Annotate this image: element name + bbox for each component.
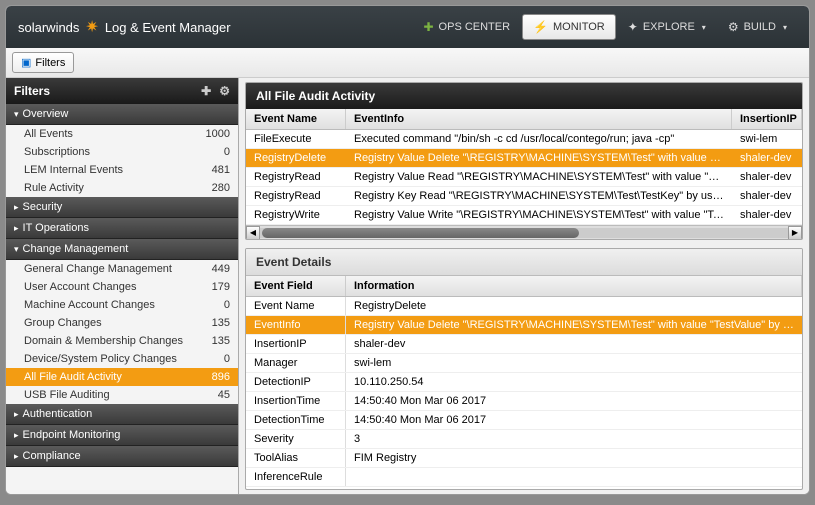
sidebar-item[interactable]: Device/System Policy Changes0 <box>6 350 238 368</box>
sidebar-item[interactable]: Subscriptions0 <box>6 143 238 161</box>
sidebar-item[interactable]: All Events1000 <box>6 125 238 143</box>
sidebar-item[interactable]: Group Changes135 <box>6 314 238 332</box>
brand-text: solarwinds <box>18 20 79 35</box>
chevron-right-icon: ▸ <box>14 430 19 441</box>
nav-monitor[interactable]: ⚡MONITOR <box>522 14 616 40</box>
nav-explore[interactable]: ✦EXPLORE▾ <box>618 15 716 39</box>
explore-icon: ✦ <box>628 20 638 34</box>
table-row[interactable]: RegistryReadRegistry Key Read "\REGISTRY… <box>246 187 802 206</box>
chevron-down-icon: ▾ <box>14 109 19 120</box>
sidebar-category[interactable]: ▾Change Management <box>6 239 238 260</box>
sidebar-category[interactable]: ▸Compliance <box>6 446 238 467</box>
table-row[interactable]: FileExecuteExecuted command "/bin/sh -c … <box>246 130 802 149</box>
chevron-down-icon: ▾ <box>14 244 19 255</box>
grid-header-row: Event Name EventInfo InsertionIP <box>246 109 802 130</box>
table-row[interactable]: RegistryDeleteRegistry Value Delete "\RE… <box>246 149 802 168</box>
detail-row[interactable]: Event NameRegistryDelete <box>246 297 802 316</box>
panel-icon: ▣ <box>21 56 31 69</box>
sidebar-item[interactable]: Machine Account Changes0 <box>6 296 238 314</box>
sidebar-item[interactable]: Domain & Membership Changes135 <box>6 332 238 350</box>
sidebar-item[interactable]: General Change Management449 <box>6 260 238 278</box>
chevron-right-icon: ▸ <box>14 409 19 420</box>
detail-row[interactable]: DetectionIP10.110.250.54 <box>246 373 802 392</box>
event-details-panel: Event Details Event Field Information Ev… <box>245 248 803 490</box>
sidebar-item[interactable]: User Account Changes179 <box>6 278 238 296</box>
col-event-info[interactable]: EventInfo <box>346 109 732 129</box>
col-insertion-ip[interactable]: InsertionIP <box>732 109 802 129</box>
nav-ops-center[interactable]: ✚OPS CENTER <box>413 15 520 39</box>
scroll-left-icon[interactable]: ◀ <box>246 226 260 240</box>
topbar: solarwinds ✷ Log & Event Manager ✚OPS CE… <box>6 6 809 48</box>
sidebar-item[interactable]: LEM Internal Events481 <box>6 161 238 179</box>
col-event-name[interactable]: Event Name <box>246 109 346 129</box>
ops-center-icon: ✚ <box>423 20 433 34</box>
detail-row[interactable]: InsertionIPshaler-dev <box>246 335 802 354</box>
table-row[interactable]: RegistryReadRegistry Value Read "\REGIST… <box>246 168 802 187</box>
table-row[interactable]: RegistryWriteRegistry Value Write "\REGI… <box>246 206 802 225</box>
sidebar-category[interactable]: ▸IT Operations <box>6 218 238 239</box>
build-icon: ⚙ <box>728 20 739 34</box>
filters-toggle-button[interactable]: ▣Filters <box>12 52 74 73</box>
chevron-right-icon: ▸ <box>14 223 19 234</box>
chevron-right-icon: ▸ <box>14 451 19 462</box>
horizontal-scrollbar[interactable]: ◀ ▶ <box>246 225 802 239</box>
detail-row[interactable]: EventInfoRegistry Value Delete "\REGISTR… <box>246 316 802 335</box>
product-name: Log & Event Manager <box>105 20 231 35</box>
scrollbar-thumb[interactable] <box>262 228 579 238</box>
detail-row[interactable]: InsertionTime14:50:40 Mon Mar 06 2017 <box>246 392 802 411</box>
chevron-right-icon: ▸ <box>14 202 19 213</box>
sidebar-category[interactable]: ▾Overview <box>6 104 238 125</box>
chevron-down-icon: ▾ <box>702 23 706 32</box>
scroll-right-icon[interactable]: ▶ <box>788 226 802 240</box>
detail-row[interactable]: DetectionTime14:50:40 Mon Mar 06 2017 <box>246 411 802 430</box>
detail-row[interactable]: Managerswi-lem <box>246 354 802 373</box>
sidebar-item[interactable]: All File Audit Activity896 <box>6 368 238 386</box>
detail-row[interactable]: InferenceRule <box>246 468 802 487</box>
details-header-row: Event Field Information <box>246 276 802 297</box>
chevron-down-icon: ▾ <box>783 23 787 32</box>
monitor-icon: ⚡ <box>533 20 548 34</box>
gear-icon[interactable]: ⚙ <box>219 84 230 98</box>
details-title: Event Details <box>246 249 802 276</box>
sidebar-category[interactable]: ▸Authentication <box>6 404 238 425</box>
sidebar-category[interactable]: ▸Security <box>6 197 238 218</box>
sidebar-item[interactable]: Rule Activity280 <box>6 179 238 197</box>
logo: solarwinds ✷ Log & Event Manager <box>18 17 231 37</box>
detail-row[interactable]: ToolAliasFIM Registry <box>246 449 802 468</box>
col-information[interactable]: Information <box>346 276 802 296</box>
nav-build[interactable]: ⚙BUILD▾ <box>718 15 797 39</box>
sidebar-item[interactable]: USB File Auditing45 <box>6 386 238 404</box>
add-filter-icon[interactable]: ✚ <box>201 84 211 98</box>
toolbar: ▣Filters <box>6 48 809 78</box>
sidebar-category[interactable]: ▸Endpoint Monitoring <box>6 425 238 446</box>
logo-icon: ✷ <box>85 17 98 37</box>
detail-row[interactable]: Severity3 <box>246 430 802 449</box>
events-grid-panel: All File Audit Activity Event Name Event… <box>245 82 803 240</box>
filters-sidebar: Filters ✚⚙ ▾OverviewAll Events1000Subscr… <box>6 78 239 494</box>
col-event-field[interactable]: Event Field <box>246 276 346 296</box>
sidebar-header: Filters ✚⚙ <box>6 78 238 104</box>
grid-title: All File Audit Activity <box>246 83 802 109</box>
